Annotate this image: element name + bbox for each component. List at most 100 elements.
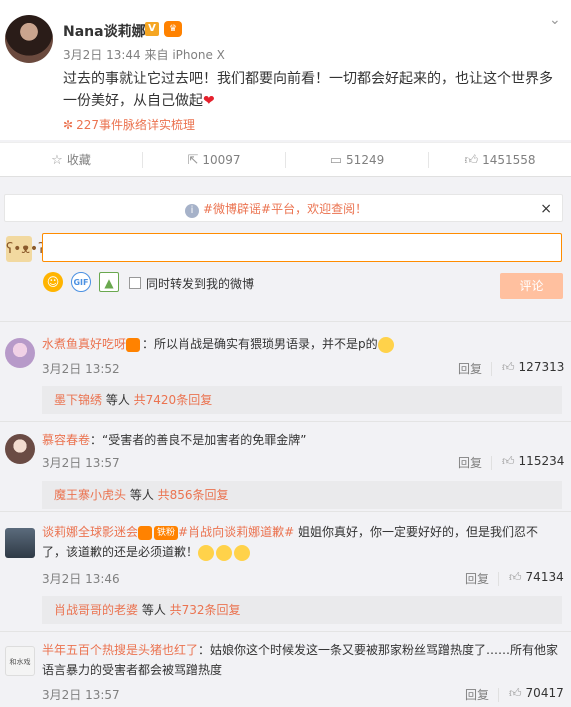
comment-count: 51249 [346, 153, 385, 167]
sub-replies-link[interactable]: 肖战哥哥的老婆 等人 共732条回复 [42, 596, 562, 624]
divider [498, 572, 499, 586]
divider [491, 362, 492, 376]
author-avatar[interactable] [5, 15, 53, 63]
forward-count: 10097 [202, 153, 241, 167]
commenter-avatar[interactable] [5, 434, 35, 464]
comment-time: 3月2日 13:46 [42, 572, 120, 586]
chevron-down-icon[interactable]: ⌄ [549, 12, 561, 28]
comment-like-count: 115234 [518, 454, 565, 468]
comment-like-count: 127313 [518, 360, 565, 374]
comment-icon: ▭ [329, 153, 343, 168]
post-meta: 3月2日 13:44 来自 iPhone X [63, 46, 225, 63]
rumor-notice-text: #微博辟谣#平台，欢迎查阅！ [203, 202, 368, 216]
comment-like-button[interactable]: 👍︎ 70417 [509, 686, 564, 701]
post-time[interactable]: 3月2日 13:44 [63, 48, 141, 62]
comment-item: 慕容春卷：“受害者的善良不是加害者的免罪金牌” 3月2日 13:57 回复 👍︎… [0, 421, 571, 517]
emoji-icon [377, 336, 394, 353]
reply-button[interactable]: 回复 [465, 570, 489, 587]
comment-time: 3月2日 13:52 [42, 362, 120, 376]
comment-body: ：“受害者的善良不是加害者的免罪金牌” [90, 433, 307, 447]
post-text: 过去的事就让它过去吧！我们都要向前看！一切都会好起来的，也让这个世界多 一份美好… [63, 68, 563, 112]
commenter-name[interactable]: 谈莉娜全球影迷会 [42, 525, 138, 539]
sad-emoji-icon [216, 544, 233, 561]
comment-body-line1: ：姑娘你这个时候发这一条又要被那家粉丝骂蹭热度了……所有他家 [198, 643, 559, 657]
comment-body: ：所以肖战是确实有猥琐男语录，并不是p的 [142, 337, 378, 351]
comment-like-button[interactable]: 👍︎ 127313 [502, 360, 564, 375]
comment-button[interactable]: ▭ 51249 [286, 143, 428, 177]
sub-reply-mid: 等人 [102, 393, 134, 407]
comment-text: 慕容春卷：“受害者的善良不是加害者的免罪金牌” [42, 430, 562, 450]
post-topic-link[interactable]: ✼ 227事件脉络详实梳理 [63, 116, 195, 133]
comment-text: 水煮鱼真好吃呀 ：所以肖战是确实有猥琐男语录，并不是p的 [42, 334, 562, 354]
thumbs-up-icon: 👍︎ [502, 360, 515, 374]
thumbs-up-icon: 👍︎ [502, 454, 515, 468]
forward-icon: ⇱ [187, 153, 199, 168]
member-crown-icon[interactable]: ♛ [164, 21, 182, 37]
member-crown-icon[interactable] [138, 525, 153, 540]
commenter-avatar[interactable]: 和水戏 [5, 646, 35, 676]
comment-like-button[interactable]: 👍︎ 115234 [502, 454, 564, 469]
post-source: iPhone X [172, 48, 225, 62]
sad-emoji-icon [198, 544, 215, 561]
thumbs-up-icon: 👍︎ [509, 686, 522, 700]
comment-item: 谈莉娜全球影迷会 铁粉 #肖战向谈莉娜道歉# 姐姐你真好，你一定要好好的，但是我们忍… [0, 511, 571, 631]
my-avatar: ʕ•ᴥ•ʔ [6, 236, 45, 262]
comment-body-line2: 语言暴力的受害者都会被骂蹭热度 [42, 663, 223, 677]
sub-replies-link[interactable]: 墨下锦绣 等人 共7420条回复 [42, 386, 562, 414]
emoji-icon[interactable]: ☺ [43, 272, 63, 292]
divider [498, 688, 499, 702]
comment-text: 半年五百个热搜是头猪也红了：姑娘你这个时候发这一条又要被那家粉丝骂蹭热度了……所… [42, 640, 562, 680]
commenter-name[interactable]: 半年五百个热搜是头猪也红了 [42, 643, 198, 657]
commenter-name[interactable]: 水煮鱼真好吃呀 [42, 337, 126, 351]
sub-reply-user[interactable]: 墨下锦绣 [54, 393, 102, 407]
comment-text: 谈莉娜全球影迷会 铁粉 #肖战向谈莉娜道歉# 姐姐你真好，你一定要好好的，但是我们忍… [42, 522, 562, 562]
commenter-avatar[interactable] [5, 338, 35, 368]
post-text-line1: 过去的事就让它过去吧！我们都要向前看！一切都会好起来的，也让这个世界多 [63, 71, 553, 87]
sad-emoji-icon [234, 544, 251, 561]
divider [491, 456, 492, 470]
reply-button[interactable]: 回复 [458, 454, 482, 471]
comment-like-count: 74134 [525, 570, 564, 584]
member-crown-icon[interactable] [126, 337, 141, 352]
reply-button[interactable]: 回复 [465, 686, 489, 703]
weibo-post: Nana谈莉娜 V ♛ ⌄ 3月2日 13:44 来自 iPhone X 过去的… [0, 0, 571, 140]
comment-topic-link[interactable]: #肖战向谈莉娜道歉# [178, 525, 294, 539]
post-action-bar: ☆ 收藏 ⇱ 10097 ▭ 51249 👍︎ 1451558 [0, 142, 571, 176]
post-topic-label: 227事件脉络详实梳理 [76, 118, 195, 132]
rumor-notice-bar: i #微博辟谣#平台，欢迎查阅！ × [4, 194, 563, 222]
favorite-button[interactable]: ☆ 收藏 [0, 143, 142, 177]
sub-reply-count[interactable]: 共7420条回复 [134, 393, 213, 407]
fan-badge[interactable]: 铁粉 [154, 525, 179, 540]
comment-time: 3月2日 13:57 [42, 688, 120, 702]
comment-item: 和水戏 半年五百个热搜是头猪也红了：姑娘你这个时候发这一条又要被那家粉丝骂蹭热度… [0, 631, 571, 707]
topic-icon: ✼ [63, 118, 74, 132]
favorite-label: 收藏 [66, 153, 91, 167]
comment-body-line1: 姐姐你真好，你一定要好好的，但是我们忍不 [294, 525, 538, 539]
comment-item: 水煮鱼真好吃呀 ：所以肖战是确实有猥琐男语录，并不是p的 3月2日 13:52 回… [0, 321, 571, 421]
reply-button[interactable]: 回复 [458, 360, 482, 377]
forward-checkbox[interactable] [129, 277, 141, 289]
comment-like-button[interactable]: 👍︎ 74134 [509, 570, 564, 585]
author-name[interactable]: Nana谈莉娜 [63, 21, 146, 41]
sub-reply-user[interactable]: 肖战哥哥的老婆 [54, 603, 138, 617]
gif-icon[interactable]: GIF [71, 272, 91, 292]
source-prefix: 来自 [144, 48, 169, 62]
verified-badge-icon[interactable]: V [145, 22, 159, 36]
close-icon[interactable]: × [540, 195, 552, 223]
like-button[interactable]: 👍︎ 1451558 [429, 143, 571, 177]
sub-reply-count[interactable]: 共856条回复 [158, 488, 229, 502]
comment-body-line2: 了，该道歉的还是必须道歉！ [42, 545, 199, 559]
comment-input[interactable] [42, 233, 562, 262]
sub-reply-mid: 等人 [138, 603, 170, 617]
forward-button[interactable]: ⇱ 10097 [143, 143, 285, 177]
sub-replies-link[interactable]: 魔王寨小虎头 等人 共856条回复 [42, 481, 562, 509]
comment-time: 3月2日 13:57 [42, 456, 120, 470]
image-icon[interactable]: ▲ [99, 272, 119, 292]
post-text-line2: 一份美好，从自己做起 [63, 93, 203, 109]
commenter-avatar[interactable] [5, 528, 35, 558]
sub-reply-count[interactable]: 共732条回复 [170, 603, 241, 617]
sub-reply-user[interactable]: 魔王寨小虎头 [54, 488, 126, 502]
submit-comment-button[interactable]: 评论 [500, 273, 563, 299]
rumor-notice-link[interactable]: i #微博辟谣#平台，欢迎查阅！ [185, 195, 367, 223]
commenter-name[interactable]: 慕容春卷 [42, 433, 90, 447]
